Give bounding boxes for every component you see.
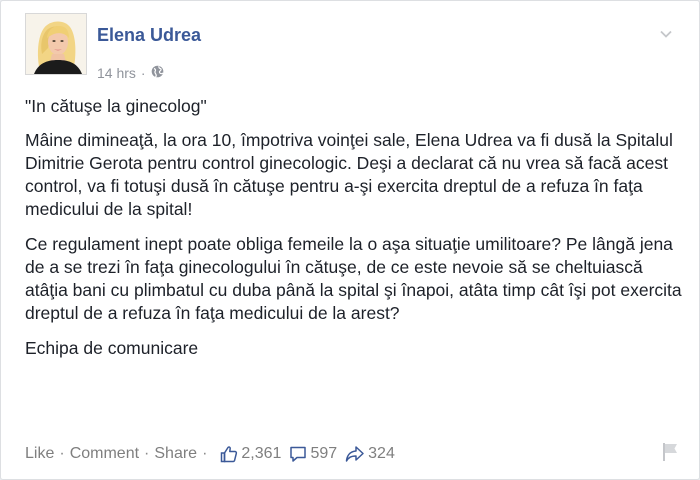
post-body: "In cătuşe la ginecolog" Mâine dimineaţă… — [25, 95, 685, 372]
post-meta: 14 hrs · — [97, 65, 164, 81]
share-arrow-icon — [345, 446, 364, 462]
avatar[interactable] — [25, 13, 87, 75]
comment-link[interactable]: Comment — [70, 445, 139, 463]
flag-icon[interactable] — [662, 442, 680, 467]
likes-count: 2,361 — [241, 445, 282, 462]
shares-stat[interactable]: 324 — [345, 445, 395, 463]
like-link[interactable]: Like — [25, 445, 54, 463]
post-paragraph: Ce regulament inept poate obliga femeile… — [25, 234, 682, 323]
action-separator: · — [144, 445, 150, 462]
thumbs-up-icon — [221, 446, 238, 463]
post-quote-title: "In cătuşe la ginecolog" — [25, 96, 207, 116]
comments-stat[interactable]: 597 — [289, 445, 337, 463]
meta-separator: · — [140, 65, 146, 81]
post-actions-bar: Like · Comment · Share · 2,361 597 324 — [25, 442, 680, 466]
chevron-down-icon[interactable] — [659, 27, 673, 41]
post-signature: Echipa de comunicare — [25, 338, 199, 358]
likes-stat[interactable]: 2,361 — [220, 445, 281, 463]
author-name[interactable]: Elena Udrea — [97, 25, 201, 46]
post-paragraph: Mâine dimineaţă, la ora 10, împotriva vo… — [25, 130, 673, 219]
shares-count: 324 — [368, 445, 395, 462]
comments-count: 597 — [310, 445, 338, 462]
post-header: Elena Udrea 14 hrs · — [25, 13, 672, 81]
action-separator: · — [202, 445, 208, 462]
globe-icon[interactable] — [151, 65, 164, 81]
facebook-post: Elena Udrea 14 hrs · "In cătuşe la ginec… — [0, 0, 700, 480]
profile-photo — [26, 14, 86, 74]
share-link[interactable]: Share — [154, 445, 197, 463]
comment-bubble-icon — [290, 446, 307, 462]
action-separator: · — [59, 445, 65, 462]
timestamp[interactable]: 14 hrs — [97, 65, 136, 81]
